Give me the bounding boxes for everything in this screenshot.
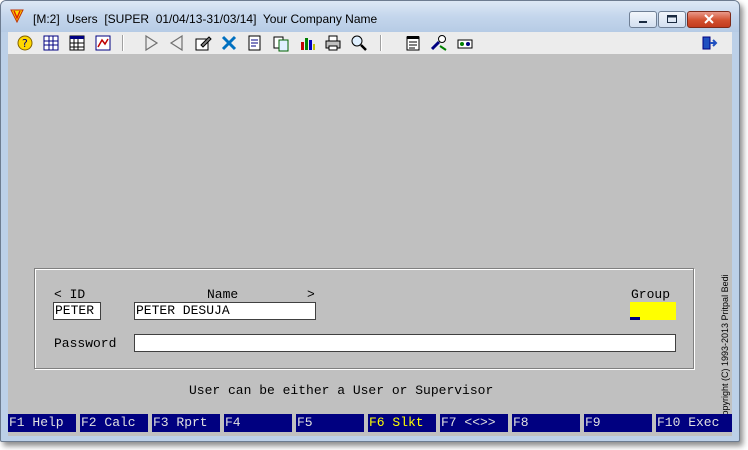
status-message: User can be either a User or Supervisor <box>189 383 494 398</box>
id-label: < ID <box>54 287 86 302</box>
group-field[interactable] <box>630 302 676 320</box>
report-icon[interactable] <box>94 34 112 52</box>
text-cursor <box>630 317 640 320</box>
group-label: Group <box>631 287 671 302</box>
delete-icon[interactable] <box>220 34 238 52</box>
f8-key[interactable]: F8 <box>512 414 580 432</box>
minimize-icon <box>639 21 647 23</box>
previous-icon[interactable] <box>168 34 186 52</box>
user-form-panel: < ID Name > Group PETER PETER DESUJA Pas… <box>34 268 694 369</box>
application-window: [M:2] Users [SUPER 01/04/13-31/03/14] Yo… <box>0 0 740 442</box>
password-field[interactable] <box>134 334 676 352</box>
toolbar-separator <box>380 35 382 51</box>
password-label: Password <box>54 336 117 351</box>
next-icon[interactable] <box>142 34 160 52</box>
chart-icon[interactable] <box>298 34 316 52</box>
name-label: Name <box>207 287 239 302</box>
minimize-button[interactable] <box>629 11 657 28</box>
more-columns-label: > <box>307 287 315 302</box>
f4-key[interactable]: F4 <box>224 414 292 432</box>
f2-calc-key[interactable]: F2 Calc <box>80 414 148 432</box>
edit-icon[interactable] <box>194 34 212 52</box>
f3-report-key[interactable]: F3 Rprt <box>152 414 220 432</box>
exit-icon[interactable] <box>700 34 718 52</box>
f5-key[interactable]: F5 <box>296 414 364 432</box>
app-logo-icon <box>10 9 24 23</box>
f6-select-key[interactable]: F6 Slkt <box>368 414 436 432</box>
f9-key[interactable]: F9 <box>584 414 652 432</box>
copyright-note: Copyright (C) 1993-2013 Pritpal Bedi <box>720 238 732 422</box>
toolbar-separator <box>122 35 124 51</box>
toolbar: ? <box>8 32 732 54</box>
notes-icon[interactable] <box>404 34 422 52</box>
grid-icon[interactable] <box>42 34 60 52</box>
client-area: Copyright (C) 1993-2013 Pritpal Bedi < I… <box>8 54 732 436</box>
svg-text:?: ? <box>22 37 28 50</box>
maximize-icon <box>667 15 677 23</box>
new-record-icon[interactable] <box>246 34 264 52</box>
name-field[interactable]: PETER DESUJA <box>134 302 316 320</box>
f10-execute-key[interactable]: F10 Exec <box>656 414 732 432</box>
copy-icon[interactable] <box>272 34 290 52</box>
window-title: [M:2] Users [SUPER 01/04/13-31/03/14] Yo… <box>33 12 378 26</box>
close-icon <box>704 14 714 24</box>
f7-navigate-key[interactable]: F7 <<>> <box>440 414 508 432</box>
copyright-text: Copyright (C) 1993-2013 Pritpal Bedi <box>720 274 730 422</box>
maximize-button[interactable] <box>658 11 686 28</box>
f1-help-key[interactable]: F1 Help <box>8 414 76 432</box>
print-icon[interactable] <box>324 34 342 52</box>
help-icon[interactable]: ? <box>16 34 34 52</box>
id-field[interactable]: PETER <box>53 302 101 320</box>
find-icon[interactable] <box>350 34 368 52</box>
tools-icon[interactable] <box>430 34 448 52</box>
settings-icon[interactable] <box>456 34 474 52</box>
table-icon[interactable] <box>68 34 86 52</box>
close-button[interactable] <box>687 11 731 28</box>
title-bar[interactable]: [M:2] Users [SUPER 01/04/13-31/03/14] Yo… <box>1 1 739 32</box>
